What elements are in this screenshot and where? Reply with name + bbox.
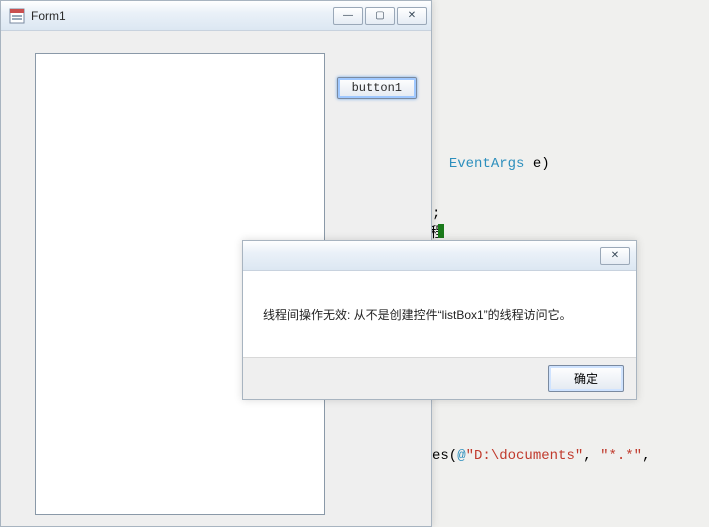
code-token-string: "D:\documents" xyxy=(466,448,584,464)
app-icon xyxy=(9,8,25,24)
dialog-message: 线程间操作无效: 从不是创建控件“listBox1”的线程访问它。 xyxy=(243,271,636,357)
code-token-string: "*.*" xyxy=(600,448,642,464)
code-fragment: es(@"D:\documents", "*.*", xyxy=(432,448,650,464)
dialog-titlebar[interactable]: ✕ xyxy=(243,241,636,271)
minimize-button[interactable]: — xyxy=(333,7,363,25)
close-button[interactable]: ✕ xyxy=(397,7,427,25)
window-buttons: — ▢ ✕ xyxy=(331,7,427,25)
maximize-button[interactable]: ▢ xyxy=(365,7,395,25)
code-token: es( xyxy=(432,448,457,464)
code-token: , xyxy=(583,448,600,464)
ok-button[interactable]: 确定 xyxy=(548,365,624,392)
window-title: Form1 xyxy=(31,9,331,23)
code-token-type: EventArgs xyxy=(449,156,525,172)
error-dialog: ✕ 线程间操作无效: 从不是创建控件“listBox1”的线程访问它。 确定 xyxy=(242,240,637,400)
code-fragment: ; xyxy=(432,206,440,222)
code-fragment: EventArgs e) xyxy=(432,156,550,172)
dialog-client: 线程间操作无效: 从不是创建控件“listBox1”的线程访问它。 确定 xyxy=(243,271,636,399)
text-caret xyxy=(438,224,444,238)
code-token: e) xyxy=(524,156,549,172)
dialog-close-button[interactable]: ✕ xyxy=(600,247,630,265)
button1[interactable]: button1 xyxy=(337,77,417,99)
code-token: , xyxy=(642,448,650,464)
dialog-button-bar: 确定 xyxy=(243,357,636,399)
titlebar[interactable]: Form1 — ▢ ✕ xyxy=(1,1,431,31)
code-token-at: @ xyxy=(457,448,465,464)
